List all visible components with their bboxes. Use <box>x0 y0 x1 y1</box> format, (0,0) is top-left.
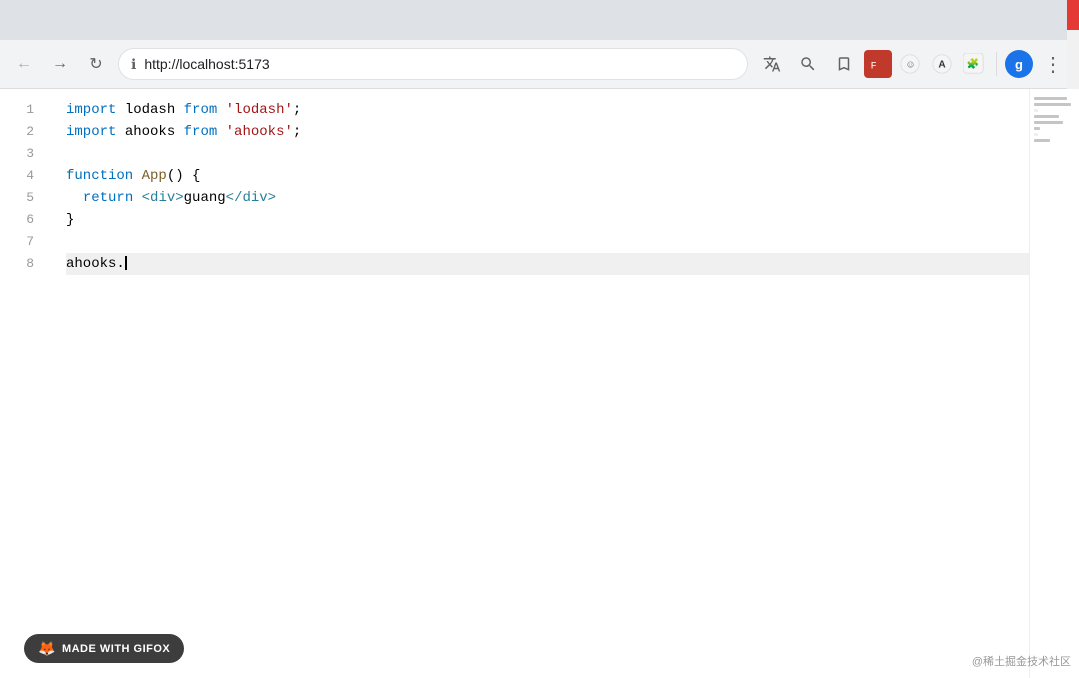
line-number: 2 <box>0 121 34 143</box>
nav-bar: ← → ↻ ℹ F ☺ A <box>0 40 1079 88</box>
svg-text:☺: ☺ <box>905 60 915 71</box>
browser-chrome: ← → ↻ ℹ F ☺ A <box>0 0 1079 89</box>
code-line: import lodash from 'lodash'; <box>66 99 1029 121</box>
toolbar-divider <box>996 52 997 76</box>
scrollbar-thumb <box>1067 0 1079 30</box>
gifox-label: MADE WITH GIFOX <box>62 643 170 655</box>
address-input[interactable] <box>144 56 735 72</box>
svg-text:A: A <box>938 60 946 71</box>
editor-area: 12345678 import lodash from 'lodash';imp… <box>0 89 1079 678</box>
line-number: 7 <box>0 231 34 253</box>
reload-button[interactable]: ↻ <box>82 50 110 78</box>
svg-text:🧩: 🧩 <box>967 57 980 70</box>
text-cursor <box>125 256 127 270</box>
code-line <box>66 143 1029 165</box>
code-line: return <div>guang</div> <box>66 187 1029 209</box>
gifox-icon: 🦊 <box>38 640 56 657</box>
menu-button[interactable]: ⋮ <box>1037 48 1069 80</box>
code-line: import ahooks from 'ahooks'; <box>66 121 1029 143</box>
code-line <box>66 231 1029 253</box>
minimap-content <box>1030 89 1079 153</box>
address-bar[interactable]: ℹ <box>118 48 748 80</box>
minimap-area <box>1029 89 1079 678</box>
info-icon: ℹ <box>131 56 136 73</box>
gifox-badge: 🦊 MADE WITH GIFOX <box>24 634 184 663</box>
line-number: 8 <box>0 253 34 275</box>
svg-text:F: F <box>871 62 877 73</box>
line-number: 5 <box>0 187 34 209</box>
line-number: 6 <box>0 209 34 231</box>
line-number: 3 <box>0 143 34 165</box>
forward-button[interactable]: → <box>46 50 74 78</box>
code-line: function App() { <box>66 165 1029 187</box>
user-avatar-button[interactable]: g <box>1005 50 1033 78</box>
ext-icon-3[interactable]: A <box>928 50 956 78</box>
watermark: @稀土掘金技术社区 <box>972 653 1071 669</box>
code-content[interactable]: import lodash from 'lodash';import ahook… <box>50 89 1029 678</box>
line-numbers: 12345678 <box>0 89 50 678</box>
toolbar-icons: F ☺ A 🧩 g ⋮ <box>756 48 1069 80</box>
code-line: } <box>66 209 1029 231</box>
ext-icon-2[interactable]: ☺ <box>896 50 924 78</box>
back-button[interactable]: ← <box>10 50 38 78</box>
ext-icon-1[interactable]: F <box>864 50 892 78</box>
line-number: 1 <box>0 99 34 121</box>
bookmark-icon-btn[interactable] <box>828 48 860 80</box>
code-line: ahooks. <box>66 253 1029 275</box>
translate-icon-btn[interactable] <box>756 48 788 80</box>
zoom-icon-btn[interactable] <box>792 48 824 80</box>
tab-bar <box>0 0 1079 40</box>
ext-icon-4[interactable]: 🧩 <box>960 50 988 78</box>
line-number: 4 <box>0 165 34 187</box>
